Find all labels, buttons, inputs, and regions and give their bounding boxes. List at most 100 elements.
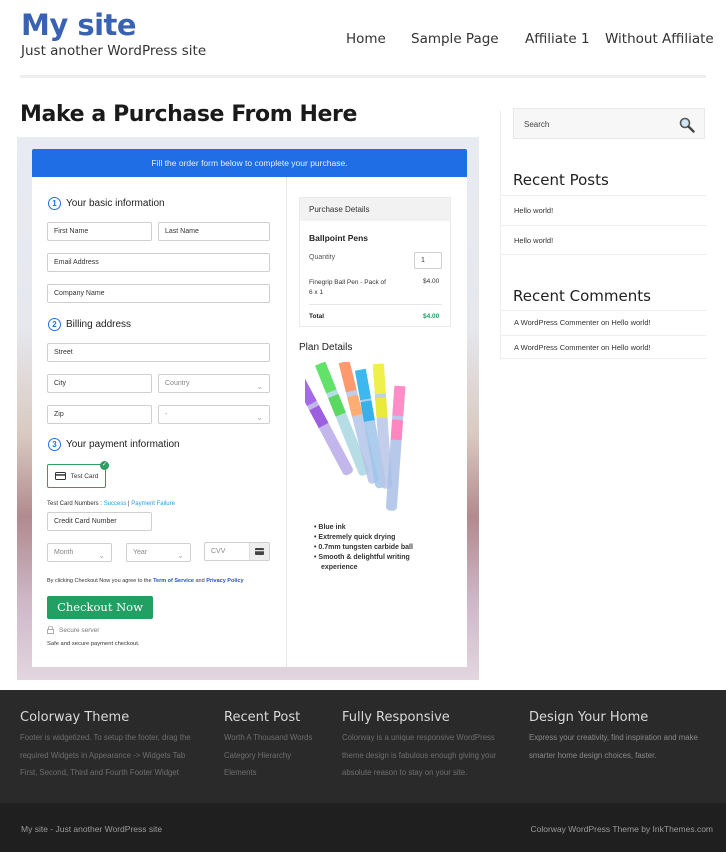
header-divider bbox=[20, 75, 706, 78]
feature-text: Extremely quick drying bbox=[318, 534, 396, 541]
search-icon[interactable] bbox=[679, 117, 695, 133]
payment-failure-link[interactable]: Payment Failure bbox=[131, 501, 175, 507]
footer-col-title: Design Your Home bbox=[529, 710, 649, 725]
quantity-label: Quantity bbox=[309, 254, 336, 261]
site-title[interactable]: My site bbox=[21, 8, 137, 42]
step-label: Your payment information bbox=[66, 439, 180, 450]
card-icon-box bbox=[249, 543, 269, 560]
order-form-banner: Fill the order form below to complete yo… bbox=[32, 149, 467, 177]
footer-theme-credit[interactable]: Colorway WordPress Theme by InkThemes.co… bbox=[531, 824, 714, 834]
feature-text: 0.7mm tungsten carbide ball bbox=[318, 544, 413, 551]
footer-link[interactable]: Worth A Thousand Words bbox=[224, 729, 334, 747]
footer-text: smarter home design choices, faster. bbox=[529, 750, 657, 760]
feature-item: • 0.7mm tungsten carbide ball bbox=[314, 544, 413, 551]
year-select[interactable]: Year ⌄ bbox=[126, 543, 191, 562]
search-input[interactable]: Search bbox=[513, 108, 705, 139]
recent-comment: A WordPress Commenter on Hello world! bbox=[501, 310, 706, 334]
product-name: Ballpoint Pens bbox=[309, 233, 369, 243]
footer-link[interactable]: Elements bbox=[224, 764, 334, 782]
success-link[interactable]: Success bbox=[104, 501, 127, 507]
zip-input[interactable]: Zip bbox=[47, 405, 152, 424]
step-number-1: 1 bbox=[48, 197, 61, 210]
nav-sample-page[interactable]: Sample Page bbox=[411, 31, 499, 47]
footer-col-title: Colorway Theme bbox=[20, 710, 130, 725]
agree-prefix: By clicking Checkout Now you agree to th… bbox=[47, 578, 154, 584]
safe-checkout-text: Safe and secure payment checkout. bbox=[47, 641, 140, 647]
first-name-input[interactable]: First Name bbox=[47, 222, 152, 241]
cvv-input[interactable]: CVV bbox=[204, 542, 270, 561]
comment-author-link[interactable]: A WordPress Commenter bbox=[514, 318, 599, 327]
footer-text: absolute reason to stay on your site. bbox=[342, 768, 468, 777]
plan-details-title: Plan Details bbox=[299, 342, 353, 353]
footer-col-title: Fully Responsive bbox=[342, 710, 450, 725]
quantity-input[interactable]: 1 bbox=[414, 252, 442, 269]
chevron-down-icon: ⌄ bbox=[256, 413, 263, 422]
footer-link[interactable]: Category Hierarchy bbox=[224, 747, 334, 765]
recent-post-link[interactable]: Hello world! bbox=[501, 195, 706, 225]
feature-item: • Smooth & delightful writing experience bbox=[314, 554, 410, 571]
total-divider bbox=[309, 304, 442, 305]
feature-text: Blue ink bbox=[318, 524, 346, 531]
secure-server-label: Secure server bbox=[59, 626, 100, 634]
last-name-input[interactable]: Last Name bbox=[158, 222, 270, 241]
step-number-3: 3 bbox=[48, 438, 61, 451]
country-select[interactable]: Country ⌄ bbox=[158, 374, 270, 393]
footer-col-design-home: Design Your Home Express your creativity… bbox=[529, 710, 724, 764]
recent-posts-title: Recent Posts bbox=[513, 171, 609, 189]
street-input[interactable]: Street bbox=[47, 343, 270, 362]
test-card-label: Test Card Numbers : bbox=[47, 501, 104, 507]
step-billing: 2 Billing address bbox=[48, 318, 131, 331]
ballpoint-pens-image bbox=[305, 362, 406, 511]
line-item-price: $4.00 bbox=[423, 278, 440, 285]
nav-without-affiliate[interactable]: Without Affiliate bbox=[605, 31, 714, 47]
nav-home[interactable]: Home bbox=[346, 31, 386, 47]
city-input[interactable]: City bbox=[47, 374, 152, 393]
total-label: Total bbox=[309, 313, 325, 320]
state-select-value: - bbox=[165, 411, 168, 418]
comment-post-link[interactable]: Hello world! bbox=[611, 343, 650, 352]
footer-col-title: Recent Post bbox=[224, 710, 301, 725]
footer-site-credit[interactable]: My site - Just another WordPress site bbox=[21, 824, 162, 834]
test-card-numbers: Test Card Numbers : Success | Payment Fa… bbox=[47, 501, 175, 507]
purchase-details-header: Purchase Details bbox=[300, 198, 450, 221]
step-label: Billing address bbox=[66, 319, 132, 330]
footer-text: Colorway is a unique responsive WordPres… bbox=[342, 733, 495, 742]
footer-text: First, Second, Third and Fourth Footer W… bbox=[20, 768, 179, 777]
plan-features: • Blue ink • Extremely quick drying • 0.… bbox=[314, 523, 434, 573]
comment-author-link[interactable]: A WordPress Commenter bbox=[514, 343, 599, 352]
chevron-down-icon: ⌄ bbox=[256, 382, 263, 391]
footer-col-colorway: Colorway Theme Footer is widgetized. To … bbox=[20, 710, 220, 782]
agreement-text: By clicking Checkout Now you agree to th… bbox=[47, 578, 244, 584]
privacy-link[interactable]: Privacy Policy bbox=[206, 578, 243, 584]
payment-method-test-card[interactable]: Test Card bbox=[47, 464, 106, 488]
card-number-input[interactable]: Credit Card Number bbox=[47, 512, 152, 531]
footer-col-responsive: Fully Responsive Colorway is a unique re… bbox=[342, 710, 522, 782]
checkout-now-button[interactable]: Checkout Now bbox=[47, 596, 153, 619]
page-title: Make a Purchase From Here bbox=[20, 102, 357, 127]
agree-and: and bbox=[193, 578, 207, 584]
secure-server: Secure server bbox=[47, 626, 99, 634]
comment-post-link[interactable]: Hello world! bbox=[611, 318, 650, 327]
credit-card-icon bbox=[54, 472, 66, 480]
feature-item: • Extremely quick drying bbox=[314, 534, 396, 541]
recent-comments-title: Recent Comments bbox=[513, 287, 651, 305]
feature-text: Smooth & delightful writing experience bbox=[318, 554, 410, 571]
month-select-value: Month bbox=[54, 549, 74, 556]
footer-col-recent-post: Recent Post Worth A Thousand Words Categ… bbox=[224, 710, 334, 782]
chevron-down-icon: ⌄ bbox=[98, 551, 105, 560]
step-payment: 3 Your payment information bbox=[48, 438, 180, 451]
month-select[interactable]: Month ⌄ bbox=[47, 543, 112, 562]
company-input[interactable]: Company Name bbox=[47, 284, 270, 303]
email-input[interactable]: Email Address bbox=[47, 253, 270, 272]
footer-text: required Widgets in Appearance -> Widget… bbox=[20, 750, 186, 760]
lock-icon bbox=[47, 626, 54, 634]
state-select[interactable]: - ⌄ bbox=[158, 405, 270, 424]
country-select-value: Country bbox=[165, 380, 190, 387]
recent-post-link[interactable]: Hello world! bbox=[501, 225, 706, 255]
feature-item: • Blue ink bbox=[314, 524, 346, 531]
cvv-placeholder: CVV bbox=[211, 548, 226, 555]
nav-affiliate-1[interactable]: Affiliate 1 bbox=[525, 31, 590, 47]
footer-text: Footer is widgetized. To setup the foote… bbox=[20, 733, 191, 742]
line-item-name: Finegrip Ball Pen - Pack of 6 x 1 bbox=[309, 279, 386, 296]
terms-link[interactable]: Term of Service bbox=[153, 578, 194, 584]
